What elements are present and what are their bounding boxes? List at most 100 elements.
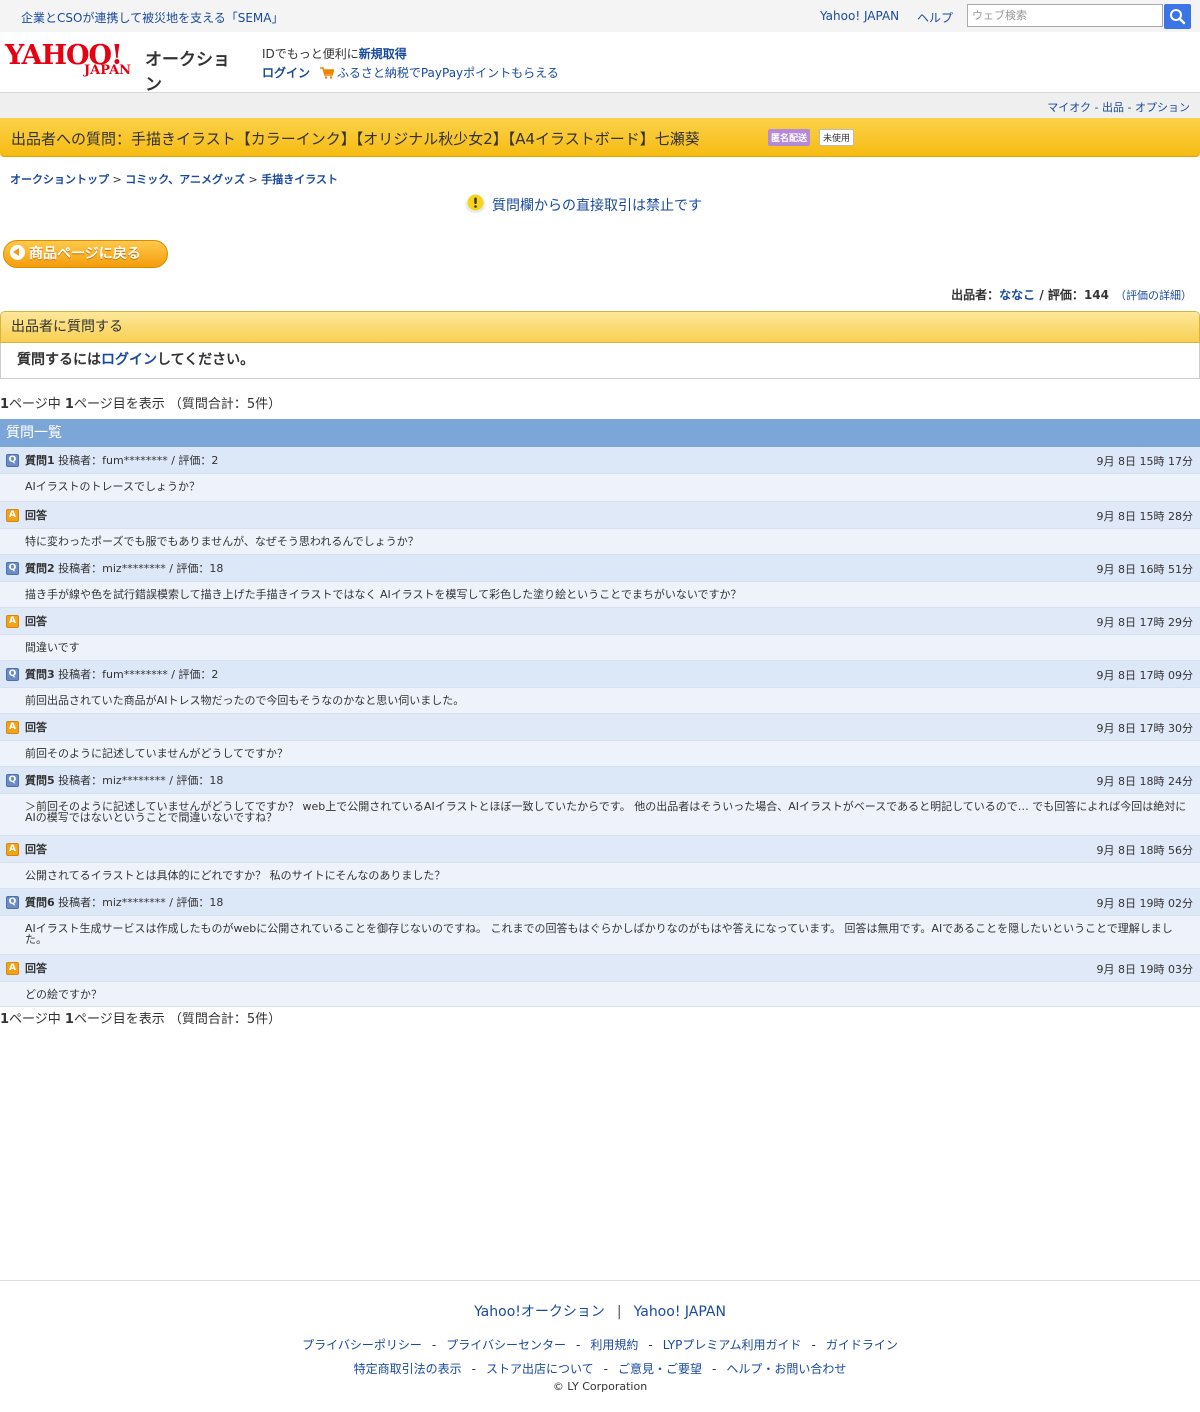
- answer-time: 9月 8日 17時 29分: [1096, 616, 1193, 629]
- copyright: © LY Corporation: [552, 1380, 648, 1393]
- seller-name-link[interactable]: ななこ: [999, 288, 1035, 302]
- question-body-row: 前回出品されていた商品がAIトレス物だったので今回もそうなのかなと思い伺いました…: [0, 688, 1200, 714]
- breadcrumb-comic-anime[interactable]: コミック、アニメグッズ: [125, 173, 245, 186]
- answer-header-row: A 回答 9月 8日 17時 29分: [0, 608, 1200, 635]
- question-time: 9月 8日 16時 51分: [1096, 563, 1193, 576]
- footer-store-open[interactable]: ストア出店について: [486, 1362, 594, 1376]
- direct-trade-warning: 質問欄からの直接取引は禁止です: [465, 193, 702, 215]
- footer-privacy-center[interactable]: プライバシーセンター: [446, 1338, 566, 1352]
- answer-header-row: A 回答 9月 8日 15時 28分: [0, 502, 1200, 529]
- footer-yahoo-japan-link[interactable]: Yahoo! JAPAN: [634, 1304, 726, 1320]
- help-link[interactable]: ヘルプ: [917, 9, 953, 26]
- login-line: ログイン ふるさと納税でPayPayポイントもらえる: [262, 64, 559, 81]
- answer-meta: 回答: [25, 613, 47, 629]
- footer-privacy-policy[interactable]: プライバシーポリシー: [302, 1338, 422, 1352]
- question-poster: 投稿者：fum******** / 評価：2: [54, 668, 219, 681]
- sema-promo-link[interactable]: 企業とCSOが連携して被災地を支える「SEMA」: [21, 9, 284, 26]
- seller-sep: /: [1035, 288, 1048, 302]
- pager-mid: ページ中: [9, 397, 65, 412]
- back-to-item-button[interactable]: 商品ページに戻る: [3, 240, 168, 268]
- footer-links-row2: 特定商取引法の表示 - ストア出店について - ご意見・ご要望 - ヘルプ・お問い合わせ: [353, 1362, 847, 1376]
- rating-detail-link[interactable]: （評価の詳細）: [1115, 289, 1192, 302]
- question-header-row: Q 質問6 投稿者：miz******** / 評価：18 9月 8日 19時 …: [0, 889, 1200, 916]
- footer-guidelines[interactable]: ガイドライン: [826, 1338, 898, 1352]
- answer-meta: 回答: [25, 507, 47, 523]
- pager-current-page: 1: [64, 1012, 74, 1027]
- myauc-sell-option-links[interactable]: マイオク - 出品 - オプション: [1047, 99, 1190, 115]
- answer-label: 回答: [25, 721, 47, 734]
- footer-feedback[interactable]: ご意見・ご要望: [618, 1362, 702, 1376]
- footer-links-row1: プライバシーポリシー - プライバシーセンター - 利用規約 - LYPプレミアム利用ガイド…: [302, 1338, 898, 1352]
- web-search-input[interactable]: ウェブ検索: [967, 4, 1163, 27]
- question-icon: Q: [6, 454, 19, 467]
- rating-label: 評価：: [1047, 288, 1084, 302]
- footer-auction-link[interactable]: Yahoo!オークション: [474, 1304, 605, 1320]
- footer-main-links: Yahoo!オークション | Yahoo! JAPAN: [0, 1301, 1200, 1321]
- question-meta: 質問6 投稿者：miz******** / 評価：18: [25, 894, 223, 910]
- search-button[interactable]: [1164, 4, 1191, 29]
- top-bar: 企業とCSOが連携して被災地を支える「SEMA」 Yahoo! JAPAN ヘル…: [0, 0, 1200, 32]
- answer-meta: 回答: [25, 719, 47, 735]
- answer-icon: A: [6, 509, 19, 522]
- question-icon: Q: [6, 774, 19, 787]
- page-title: 出品者への質問：手描きイラスト【カラーインク】【オリジナル秋少女2】【A4イラス…: [11, 130, 700, 148]
- question-body-row: ＞前回そのように記述していませんがどうしてですか？ web上で公開されているAI…: [0, 794, 1200, 836]
- yahoo-auction-logo[interactable]: YAHOO! JAPAN オークション: [5, 40, 245, 95]
- answer-meta: 回答: [25, 960, 47, 976]
- yahoo-japan-link[interactable]: Yahoo! JAPAN: [820, 9, 899, 23]
- pager-mid: ページ中: [9, 1012, 65, 1027]
- answer-header-row: A 回答 9月 8日 18時 56分: [0, 836, 1200, 863]
- answer-text: 前回そのように記述していませんがどうしてですか？: [25, 747, 289, 760]
- pager-total-pages: 1: [0, 397, 10, 412]
- question-text: ＞前回そのように記述していませんがどうしてですか？ web上で公開されているAI…: [25, 800, 1187, 824]
- answer-icon: A: [6, 721, 19, 734]
- question-text: 描き手が線や色を試行錯誤模索して描き上げた手描きイラストではなく AIイラストを…: [25, 588, 742, 601]
- question-poster: 投稿者：miz******** / 評価：18: [54, 774, 224, 787]
- pager-tail: ページ目を表示 （質問合計：5件）: [73, 1012, 282, 1027]
- question-text: AIイラストのトレースでしょうか？: [25, 480, 200, 493]
- breadcrumb-sep: >: [245, 173, 262, 186]
- answer-header-row: A 回答 9月 8日 19時 03分: [0, 955, 1200, 982]
- answer-label: 回答: [25, 962, 47, 975]
- answer-body-row: 前回そのように記述していませんがどうしてですか？: [0, 741, 1200, 767]
- cart-icon: [319, 67, 334, 79]
- furusato-link[interactable]: ふるさと納税でPayPayポイントもらえる: [337, 66, 559, 80]
- footer-lyp-premium-guide[interactable]: LYPプレミアム利用ガイド: [663, 1338, 802, 1352]
- question-label: 質問5: [25, 774, 55, 787]
- answer-text: 間違いです: [25, 641, 80, 654]
- question-header-row: Q 質問1 投稿者：fum******** / 評価：2 9月 8日 15時 1…: [0, 447, 1200, 474]
- question-header-row: Q 質問2 投稿者：miz******** / 評価：18 9月 8日 16時 …: [0, 555, 1200, 582]
- answer-body-row: 公開されてるイラストとは具体的にどれですか？ 私のサイトにそんなのありました？: [0, 863, 1200, 889]
- warning-text: 質問欄からの直接取引は禁止です: [492, 198, 702, 214]
- question-list: 質問一覧 Q 質問1 投稿者：fum******** / 評価：2 9月 8日 …: [0, 419, 1200, 1007]
- pager-current-page: 1: [64, 397, 74, 412]
- question-meta: 質問5 投稿者：miz******** / 評価：18: [25, 772, 223, 788]
- question-icon: Q: [6, 668, 19, 681]
- question-time: 9月 8日 17時 09分: [1096, 669, 1193, 682]
- new-registration-link[interactable]: 新規取得: [359, 47, 407, 61]
- question-body-row: AIイラストのトレースでしょうか？: [0, 474, 1200, 502]
- breadcrumb-sep: >: [109, 173, 126, 186]
- answer-time: 9月 8日 15時 28分: [1096, 510, 1193, 523]
- footer-terms[interactable]: 利用規約: [590, 1338, 638, 1352]
- answer-time: 9月 8日 18時 56分: [1096, 844, 1193, 857]
- logo-japan-text: JAPAN: [84, 63, 132, 78]
- login-link[interactable]: ログイン: [262, 66, 310, 80]
- question-time: 9月 8日 19時 02分: [1096, 897, 1193, 910]
- question-poster: 投稿者：miz******** / 評価：18: [54, 896, 224, 909]
- seller-rating: 144: [1083, 288, 1109, 302]
- answer-icon: A: [6, 843, 19, 856]
- ask-seller-box: 出品者に質問する 質問するにはログインしてください。: [0, 311, 1200, 379]
- footer-commercial-law[interactable]: 特定商取引法の表示: [354, 1362, 462, 1376]
- question-meta: 質問2 投稿者：miz******** / 評価：18: [25, 560, 223, 576]
- page-title-bar: 出品者への質問：手描きイラスト【カラーインク】【オリジナル秋少女2】【A4イラス…: [0, 118, 1200, 157]
- breadcrumb-auction-top[interactable]: オークショントップ: [10, 173, 109, 186]
- ask-login-link[interactable]: ログイン: [101, 352, 157, 368]
- answer-meta: 回答: [25, 841, 47, 857]
- footer-help-contact[interactable]: ヘルプ・お問い合わせ: [726, 1362, 846, 1376]
- question-label: 質問6: [25, 896, 55, 909]
- question-body-row: AIイラスト生成サービスは作成したものがwebに公開されていることを御存じないの…: [0, 916, 1200, 955]
- pager-total-pages: 1: [0, 1012, 10, 1027]
- search-icon: [1170, 9, 1186, 25]
- breadcrumb-hand-drawn[interactable]: 手描きイラスト: [261, 173, 338, 186]
